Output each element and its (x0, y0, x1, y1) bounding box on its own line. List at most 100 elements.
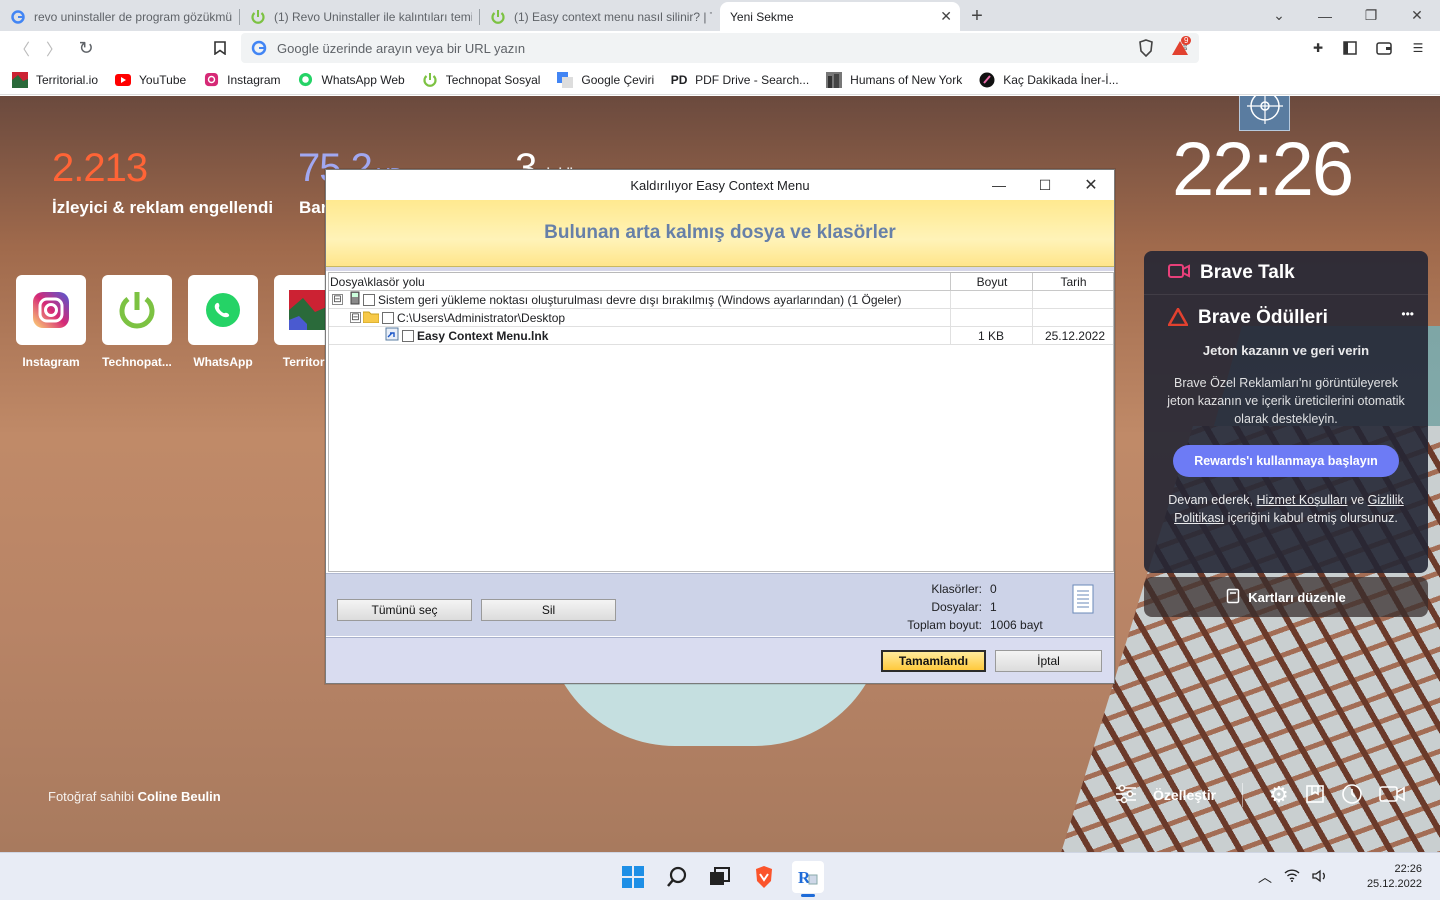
brave-talk-row[interactable]: Brave Talk (1144, 251, 1428, 295)
brave-rewards-icon[interactable]: 9 (1171, 36, 1192, 57)
bookmark-instagram[interactable]: Instagram (203, 72, 281, 88)
active-indicator (801, 894, 815, 897)
bookmark-label: Technopat Sosyal (445, 72, 541, 87)
search-icon[interactable] (661, 861, 693, 893)
photo-credit-name[interactable]: Coline Beulin (138, 789, 221, 804)
column-header-size[interactable]: Boyut (951, 273, 1033, 290)
minimize-button[interactable]: — (976, 170, 1022, 200)
taskbar-clock[interactable]: 22:26 25.12.2022 (1367, 862, 1422, 892)
brave-browser-icon[interactable] (748, 861, 780, 893)
volume-icon[interactable] (1312, 869, 1328, 886)
gear-icon[interactable]: ⚙ (1269, 782, 1289, 808)
taskbar-time: 22:26 (1394, 863, 1422, 875)
youtube-icon (115, 72, 132, 88)
delete-button[interactable]: Sil (481, 599, 616, 621)
tree-row-restore-point[interactable]: ⊟ Sistem geri yükleme noktası oluşturulm… (329, 290, 1113, 309)
row-checkbox[interactable] (382, 311, 394, 324)
bookmark-whatsapp[interactable]: WhatsApp Web (298, 72, 405, 88)
terms-link[interactable]: Hizmet Koşulları (1256, 493, 1347, 507)
folder-icon (362, 310, 380, 326)
top-site-technopat[interactable]: Technopat... (102, 275, 172, 369)
bookmark-territorial[interactable]: Territorial.io (12, 71, 98, 88)
taskbar: R ︿ 22:26 25.12.2022 (0, 852, 1440, 900)
tree-header: Dosya\klasör yolu Boyut Tarih (329, 273, 1113, 291)
customize-button[interactable]: Özelleştir (1153, 787, 1216, 803)
brave-talk-title: Brave Talk (1200, 261, 1295, 283)
tree-row-shortcut-file[interactable]: Easy Context Menu.lnk 1 KB 25.12.2022 (329, 326, 1113, 345)
toolbar: 〈 〉 ↻ Google üzerinde arayın veya bir UR… (0, 31, 1440, 65)
tree-row-desktop-folder[interactable]: ⊟ C:\Users\Administrator\Desktop (329, 308, 1113, 327)
forward-button[interactable]: 〉 (38, 32, 70, 64)
bookmark-kac-dakikada[interactable]: Kaç Dakikada İner-İ... (979, 72, 1119, 88)
bookmark-technopat[interactable]: Technopat Sosyal (422, 72, 541, 88)
select-all-button[interactable]: Tümünü seç (337, 599, 472, 621)
row-date (1033, 291, 1113, 309)
brave-shields-icon[interactable] (1137, 39, 1155, 57)
tab-label: (1) Easy context menu nasıl silinir? | T… (514, 9, 712, 24)
row-checkbox[interactable] (402, 329, 414, 342)
google-icon (10, 9, 26, 25)
back-button[interactable]: 〈 (6, 32, 38, 64)
minimize-button[interactable]: — (1302, 0, 1348, 31)
sidebar-icon[interactable] (1341, 39, 1359, 57)
tab-new-tab[interactable]: Yeni Sekme ✕ (720, 2, 960, 31)
close-window-button[interactable]: ✕ (1394, 0, 1440, 31)
menu-icon[interactable]: ☰ (1409, 39, 1427, 57)
kac-dakikada-icon (979, 72, 995, 88)
collapse-toggle[interactable]: ⊟ (350, 312, 361, 323)
more-options-icon[interactable]: ••• (1401, 307, 1414, 321)
bookmark-icon[interactable] (204, 32, 236, 64)
close-button[interactable]: ✕ (1068, 170, 1114, 200)
finish-button[interactable]: Tamamlandı (881, 650, 986, 672)
maximize-button[interactable]: ☐ (1022, 170, 1068, 200)
task-view-icon[interactable] (704, 861, 736, 893)
tab-revo-search[interactable]: revo uninstaller de program gözükmüy (0, 2, 240, 31)
wifi-icon[interactable] (1284, 869, 1300, 885)
edit-cards-button[interactable]: Kartları düzenle (1144, 577, 1428, 617)
tab-revo-technopat[interactable]: (1) Revo Uninstaller ile kalıntıları tem… (240, 2, 480, 31)
new-tab-button[interactable]: + (960, 2, 994, 31)
files-value: 1 (990, 600, 997, 614)
brave-rewards-icon (1166, 305, 1190, 329)
row-date: 25.12.2022 (1044, 328, 1105, 343)
column-header-date[interactable]: Tarih (1033, 273, 1113, 290)
cancel-button[interactable]: İptal (995, 650, 1102, 672)
bookmark-youtube[interactable]: YouTube (115, 72, 186, 88)
bookmarks-icon[interactable] (1305, 784, 1325, 807)
technopat-icon (250, 9, 266, 25)
row-checkbox[interactable] (363, 293, 375, 306)
chevron-down-icon[interactable]: ⌄ (1256, 0, 1302, 31)
dialog-window-controls: — ☐ ✕ (976, 170, 1114, 200)
sliders-icon[interactable] (1115, 784, 1137, 807)
extensions-icon[interactable]: ✚ (1309, 39, 1327, 57)
bookmark-humans-ny[interactable]: Humans of New York (826, 71, 962, 88)
leftover-stats: Klasörler: 0 Dosyalar: 1 Toplam boyut: 1006… (886, 580, 1042, 634)
wallet-icon[interactable] (1375, 39, 1393, 57)
collapse-toggle[interactable]: ⊟ (332, 294, 343, 305)
history-icon[interactable] (1341, 783, 1363, 808)
leftovers-tree[interactable]: Dosya\klasör yolu Boyut Tarih ⊟ Sistem g… (328, 272, 1114, 572)
shortcut-file-icon (385, 327, 399, 344)
reload-button[interactable]: ↻ (70, 32, 102, 64)
files-label: Dosyalar: (931, 600, 982, 614)
revo-uninstaller-icon[interactable]: R (792, 861, 824, 897)
bookmark-label: Kaç Dakikada İner-İ... (1003, 72, 1119, 87)
column-header-path[interactable]: Dosya\klasör yolu (329, 273, 951, 290)
banner-divider (326, 267, 1114, 271)
address-bar[interactable]: Google üzerinde arayın veya bir URL yazı… (241, 33, 1199, 63)
pdf-drive-icon: PD (670, 72, 688, 87)
tab-easy-context[interactable]: (1) Easy context menu nasıl silinir? | T… (480, 2, 720, 31)
start-rewards-button[interactable]: Rewards'ı kullanmaya başlayın (1173, 445, 1399, 477)
close-icon[interactable]: ✕ (940, 8, 952, 25)
windows-start-icon[interactable] (617, 861, 649, 893)
bookmark-google-translate[interactable]: Google Çeviri (557, 71, 654, 88)
bookmark-pdf-drive[interactable]: PD PDF Drive - Search... (671, 72, 809, 88)
brave-rewards-card: Brave Talk Brave Ödülleri ••• Jeton kaza… (1144, 251, 1428, 573)
top-site-whatsapp[interactable]: WhatsApp (188, 275, 258, 369)
chevron-up-icon[interactable]: ︿ (1258, 867, 1272, 887)
row-date (1033, 309, 1113, 327)
top-site-instagram[interactable]: Instagram (16, 275, 86, 369)
restore-button[interactable]: ❐ (1348, 0, 1394, 31)
bookmark-label: WhatsApp Web (321, 72, 405, 87)
video-camera-icon[interactable] (1378, 785, 1405, 806)
